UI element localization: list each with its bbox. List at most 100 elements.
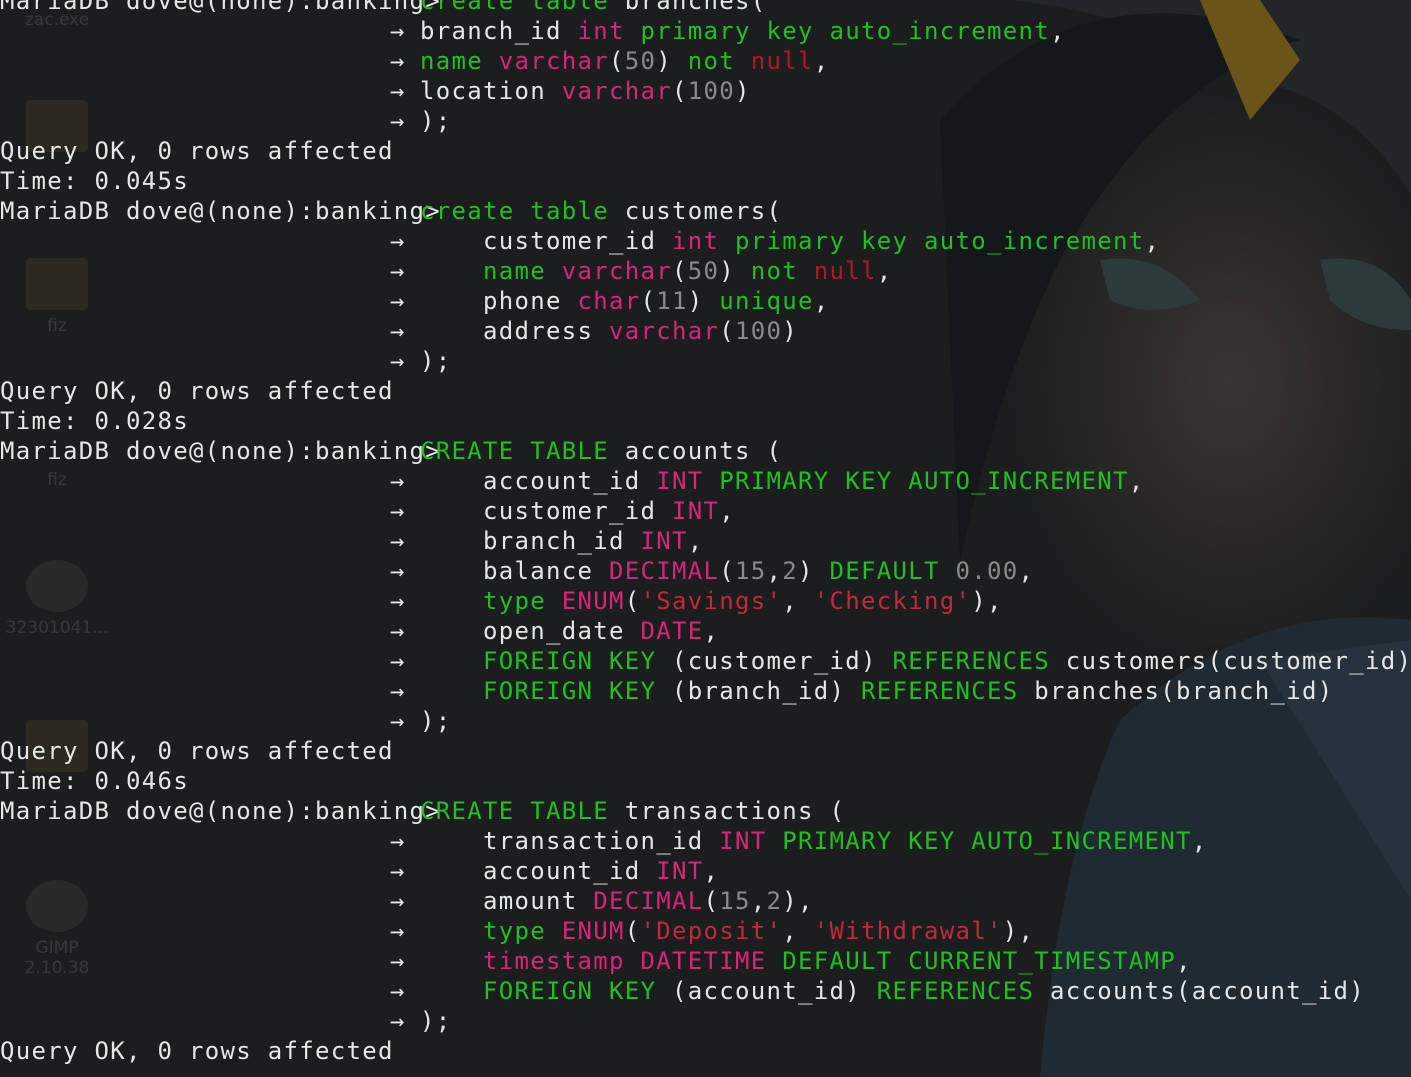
continuation-arrow-icon: → bbox=[390, 587, 406, 615]
continuation-arrow-icon: → bbox=[390, 707, 406, 735]
sql-token: ) bbox=[782, 317, 798, 345]
sql-token: ( bbox=[640, 287, 657, 315]
continuation-arrow-icon: → bbox=[390, 557, 406, 585]
sql-token: DATE bbox=[640, 617, 704, 645]
query-result-line: Query OK, 0 rows affected bbox=[0, 376, 1411, 406]
sql-token: (customer_id) bbox=[672, 647, 893, 675]
sql-token: varchar bbox=[609, 317, 720, 345]
shell-prompt: MariaDB dove@(none):banking> bbox=[0, 197, 441, 225]
continuation-line: → FOREIGN KEY (account_id) REFERENCES ac… bbox=[0, 976, 1411, 1006]
sql-token: 0.00 bbox=[955, 557, 1019, 585]
sql-token: , bbox=[703, 617, 720, 645]
sql-token: INT bbox=[656, 467, 720, 495]
continuation-line: → FOREIGN KEY (branch_id) REFERENCES bra… bbox=[0, 676, 1411, 706]
sql-token: , bbox=[1144, 227, 1161, 255]
continuation-line: → open_date DATE, bbox=[0, 616, 1411, 646]
prompt-line: MariaDB dove@(none):banking>CREATE TABLE… bbox=[0, 436, 1411, 466]
sql-token: ), bbox=[782, 887, 814, 915]
continuation-line: → type ENUM('Savings', 'Checking'), bbox=[0, 586, 1411, 616]
sql-token: DEFAULT CURRENT_TIMESTAMP bbox=[782, 947, 1176, 975]
sql-token: ENUM bbox=[561, 917, 625, 945]
query-result-line: Query OK, 0 rows affected bbox=[0, 136, 1411, 166]
terminal-output[interactable]: MariaDB dove@(none):banking>create table… bbox=[0, 0, 1411, 1066]
sql-token: int bbox=[672, 227, 735, 255]
continuation-arrow-icon: → bbox=[390, 617, 406, 645]
continuation-arrow-icon: → bbox=[390, 497, 406, 525]
sql-token: ENUM bbox=[561, 587, 625, 615]
sql-token: , bbox=[1128, 467, 1145, 495]
sql-token: ) bbox=[735, 77, 751, 105]
output-text: Query OK, 0 rows affected bbox=[0, 737, 394, 765]
sql-token: branch_id bbox=[420, 17, 578, 45]
sql-token: balance bbox=[420, 557, 609, 585]
prompt-line: MariaDB dove@(none):banking>create table… bbox=[0, 196, 1411, 226]
sql-token: DEFAULT bbox=[829, 557, 956, 585]
sql-token: , bbox=[1018, 557, 1035, 585]
output-text: Query OK, 0 rows affected bbox=[0, 137, 394, 165]
sql-token: , bbox=[1191, 827, 1208, 855]
sql-token: transactions ( bbox=[624, 797, 846, 825]
sql-token: ( bbox=[624, 587, 641, 615]
sql-token: REFERENCES bbox=[876, 977, 1050, 1005]
sql-token: 15 bbox=[735, 557, 767, 585]
continuation-line: → branch_id int primary key auto_incremen… bbox=[0, 16, 1411, 46]
sql-token: , bbox=[876, 257, 893, 285]
sql-token: CREATE TABLE bbox=[420, 797, 625, 825]
sql-token: accounts ( bbox=[624, 437, 783, 465]
continuation-arrow-icon: → bbox=[390, 467, 406, 495]
sql-token: branches( bbox=[624, 0, 767, 15]
continuation-arrow-icon: → bbox=[390, 887, 406, 915]
sql-token: ), bbox=[1002, 917, 1035, 945]
sql-token: , bbox=[703, 857, 720, 885]
sql-token: , bbox=[813, 47, 830, 75]
query-result-line: Time: 0.028s bbox=[0, 406, 1411, 436]
sql-token: null bbox=[750, 47, 814, 75]
sql-token: 15 bbox=[719, 887, 751, 915]
sql-token: ( bbox=[719, 317, 735, 345]
sql-token: null bbox=[813, 257, 877, 285]
sql-token: 50 bbox=[687, 257, 720, 285]
shell-prompt: MariaDB dove@(none):banking> bbox=[0, 0, 441, 15]
sql-token: REFERENCES bbox=[892, 647, 1066, 675]
continuation-arrow-icon: → bbox=[390, 647, 406, 675]
continuation-arrow-icon: → bbox=[390, 47, 406, 75]
sql-token: , bbox=[1049, 17, 1066, 45]
sql-token: ( bbox=[703, 887, 720, 915]
shell-prompt: MariaDB dove@(none):banking> bbox=[0, 437, 441, 465]
continuation-arrow-icon: → bbox=[390, 1007, 406, 1035]
continuation-line: →); bbox=[0, 1006, 1411, 1036]
output-text: Time: 0.046s bbox=[0, 767, 189, 795]
sql-token: branch_id bbox=[420, 527, 641, 555]
query-result-line: Time: 0.045s bbox=[0, 166, 1411, 196]
sql-token: 50 bbox=[624, 47, 657, 75]
sql-token: customer_id bbox=[420, 497, 672, 525]
sql-token: name bbox=[483, 257, 562, 285]
continuation-line: → name varchar(50) not null, bbox=[0, 256, 1411, 286]
sql-token: 2 bbox=[766, 887, 783, 915]
query-result-line: Query OK, 0 rows affected bbox=[0, 736, 1411, 766]
sql-token: 'Withdrawal' bbox=[813, 917, 1003, 945]
prompt-line: MariaDB dove@(none):banking>create table… bbox=[0, 0, 1411, 16]
sql-token: , bbox=[719, 497, 735, 525]
sql-token: ( bbox=[719, 557, 735, 585]
sql-token: transaction_id bbox=[420, 827, 720, 855]
sql-token: not bbox=[750, 257, 814, 285]
continuation-arrow-icon: → bbox=[390, 917, 406, 945]
sql-token: , bbox=[782, 587, 814, 615]
sql-token: 11 bbox=[656, 287, 688, 315]
output-text: Query OK, 0 rows affected bbox=[0, 377, 394, 405]
sql-token: REFERENCES bbox=[861, 677, 1035, 705]
sql-token: , bbox=[813, 287, 830, 315]
sql-token: branches(branch_id) bbox=[1034, 677, 1334, 705]
sql-token: ); bbox=[420, 107, 452, 135]
sql-token: PRIMARY KEY AUTO_INCREMENT bbox=[719, 467, 1129, 495]
query-result-line: Time: 0.046s bbox=[0, 766, 1411, 796]
sql-token: amount bbox=[420, 887, 594, 915]
sql-token: varchar bbox=[498, 47, 609, 75]
continuation-line: → amount DECIMAL(15,2), bbox=[0, 886, 1411, 916]
continuation-line: → FOREIGN KEY (customer_id) REFERENCES c… bbox=[0, 646, 1411, 676]
sql-token: ( bbox=[609, 47, 625, 75]
continuation-line: → phone char(11) unique, bbox=[0, 286, 1411, 316]
continuation-arrow-icon: → bbox=[390, 677, 406, 705]
